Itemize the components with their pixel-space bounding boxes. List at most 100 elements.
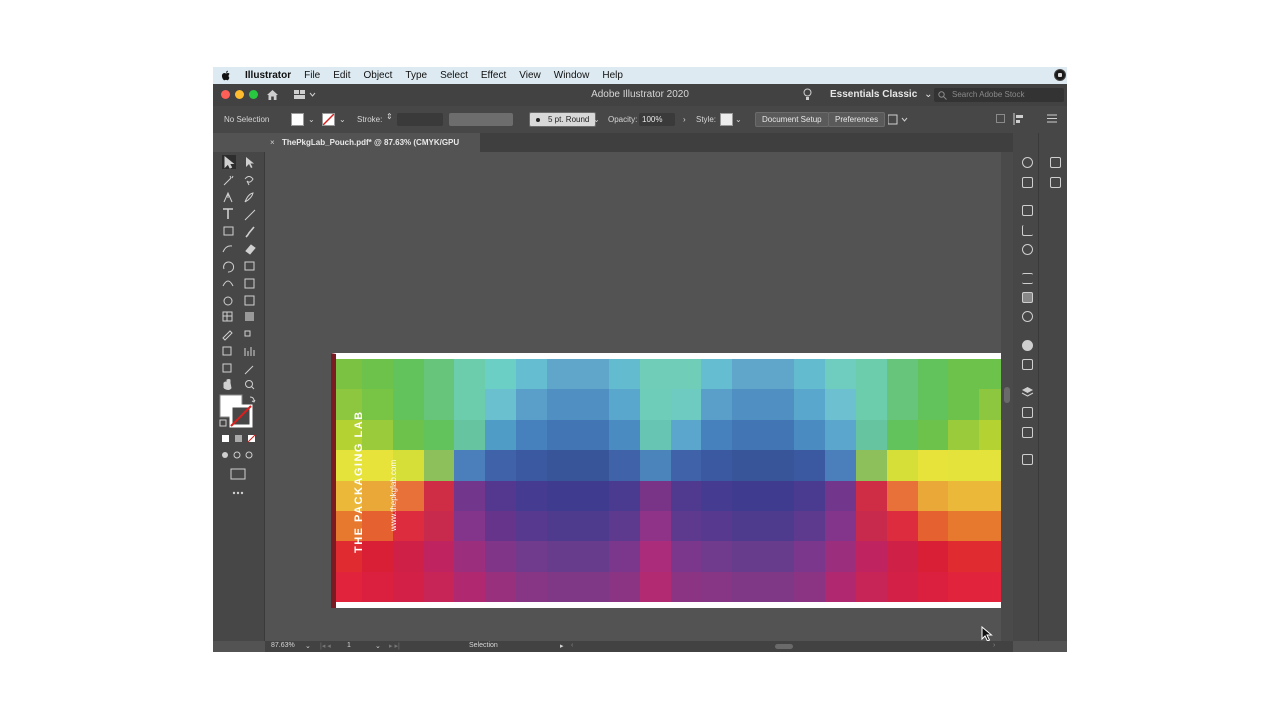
symbol-sprayer-icon[interactable]: [222, 346, 232, 356]
document-tab[interactable]: × ThePkgLab_Pouch.pdf* @ 87.63% (CMYK/GP…: [265, 133, 480, 166]
more-tools-icon[interactable]: [232, 491, 236, 495]
color-guide-icon[interactable]: [1022, 177, 1033, 188]
mesh-tool-icon[interactable]: [222, 311, 233, 322]
swatches-panel-icon[interactable]: [1022, 205, 1033, 216]
direct-selection-tool-icon[interactable]: [246, 157, 254, 168]
menu-help[interactable]: Help: [602, 70, 623, 81]
chevron-down-icon[interactable]: ⌄: [305, 642, 311, 650]
stroke-swatch[interactable]: [322, 113, 335, 126]
arrange-documents-icon[interactable]: [888, 114, 908, 125]
menu-edit[interactable]: Edit: [333, 70, 350, 81]
appearance-panel-icon[interactable]: [1022, 340, 1033, 351]
screen-mode-icon[interactable]: [230, 468, 246, 480]
align-panel-icon[interactable]: [1013, 113, 1029, 125]
menu-file[interactable]: File: [304, 70, 320, 81]
first-artboard-icon[interactable]: |◂ ◂: [320, 642, 331, 650]
menu-view[interactable]: View: [519, 70, 541, 81]
status-menu-icon[interactable]: ▸: [560, 642, 564, 650]
cc-libraries-icon[interactable]: [1050, 177, 1061, 188]
hand-tool-icon[interactable]: [223, 379, 232, 390]
pen-tool-icon[interactable]: [223, 191, 233, 203]
line-tool-icon[interactable]: [244, 209, 256, 221]
style-swatch[interactable]: [720, 113, 733, 126]
panel-menu-icon[interactable]: [1047, 114, 1057, 123]
menu-window[interactable]: Window: [554, 70, 590, 81]
draw-inside-icon[interactable]: [245, 451, 253, 459]
lightbulb-icon[interactable]: [803, 88, 812, 101]
stroke-panel-icon[interactable]: [1022, 273, 1033, 284]
chevron-down-icon[interactable]: ⌄: [375, 642, 381, 650]
chevron-down-icon[interactable]: ⌄: [593, 115, 600, 124]
gradient-mode-icon[interactable]: [235, 435, 242, 442]
graph-tool-icon[interactable]: [244, 347, 255, 356]
canvas[interactable]: THE PACKAGING LAB www.thepkglab.com: [265, 152, 1041, 642]
draw-behind-icon[interactable]: [233, 451, 241, 459]
menu-object[interactable]: Object: [363, 70, 392, 81]
fill-swatch[interactable]: [291, 113, 304, 126]
next-artboard-icon[interactable]: ▸ ▸|: [389, 642, 400, 650]
libraries-panel-icon[interactable]: [1022, 454, 1033, 465]
menu-extra-icon[interactable]: [1054, 69, 1066, 81]
zoom-tool-icon[interactable]: [245, 380, 253, 388]
chevron-down-icon[interactable]: ⌄: [339, 115, 346, 124]
document-setup-button[interactable]: Document Setup: [755, 112, 829, 127]
variable-width-profile[interactable]: [449, 113, 513, 126]
scroll-left-icon[interactable]: ‹: [571, 642, 573, 649]
vertical-scrollbar[interactable]: [1001, 152, 1013, 641]
shaper-tool-icon[interactable]: [222, 245, 233, 253]
menu-type[interactable]: Type: [405, 70, 427, 81]
scroll-right-icon[interactable]: ›: [993, 642, 995, 649]
draw-normal-icon[interactable]: [222, 452, 228, 458]
paintbrush-icon[interactable]: [245, 226, 255, 238]
symbols-panel-icon[interactable]: [1022, 244, 1033, 255]
stroke-weight-field[interactable]: [397, 113, 443, 126]
apple-icon[interactable]: [221, 70, 231, 81]
eraser-icon[interactable]: [245, 244, 256, 255]
chevron-right-icon[interactable]: ›: [683, 115, 686, 124]
gradient-tool-icon[interactable]: [245, 312, 254, 321]
layers-icon[interactable]: [1021, 386, 1034, 398]
properties-panel-icon[interactable]: [1050, 157, 1061, 168]
workspace-selector[interactable]: Essentials Classic ⌄: [830, 89, 932, 100]
magic-wand-icon[interactable]: [223, 175, 234, 186]
curvature-tool-icon[interactable]: [244, 192, 254, 203]
width-tool-icon[interactable]: [222, 280, 234, 287]
close-tab-icon[interactable]: ×: [270, 133, 275, 152]
horizontal-scroll-thumb[interactable]: [775, 644, 793, 649]
artboard[interactable]: THE PACKAGING LAB www.thepkglab.com: [331, 353, 1041, 608]
swap-colors-icon[interactable]: [249, 396, 256, 403]
zoom-level[interactable]: 87.63%: [271, 642, 295, 649]
perspective-grid-icon[interactable]: [244, 295, 255, 306]
stroke-stepper-icon[interactable]: ⇕: [386, 112, 393, 121]
opacity-field[interactable]: 100%: [639, 113, 675, 126]
free-transform-icon[interactable]: [244, 278, 255, 289]
vertical-scroll-thumb[interactable]: [1004, 387, 1010, 403]
rectangle-tool-icon[interactable]: [223, 226, 234, 236]
stock-search-input[interactable]: Search Adobe Stock: [934, 88, 1064, 102]
artboard-number[interactable]: 1: [347, 642, 351, 649]
artboard-tool-icon[interactable]: [222, 363, 232, 373]
scale-tool-icon[interactable]: [244, 261, 255, 271]
transform-panel-icon[interactable]: [996, 114, 1005, 123]
preferences-button[interactable]: Preferences: [828, 112, 886, 127]
lasso-icon[interactable]: [244, 176, 254, 186]
slice-tool-icon[interactable]: [244, 365, 254, 375]
default-colors-icon[interactable]: [219, 419, 227, 427]
type-tool-icon[interactable]: [223, 208, 233, 219]
menu-effect[interactable]: Effect: [481, 70, 506, 81]
blend-tool-icon[interactable]: [244, 330, 251, 337]
menu-select[interactable]: Select: [440, 70, 468, 81]
brushes-panel-icon[interactable]: [1022, 225, 1033, 236]
shape-builder-icon[interactable]: [223, 296, 233, 306]
chevron-down-icon[interactable]: ⌄: [735, 115, 742, 124]
chevron-down-icon[interactable]: ⌄: [308, 115, 315, 124]
transparency-panel-icon[interactable]: [1022, 311, 1033, 322]
graphic-styles-icon[interactable]: [1022, 359, 1033, 370]
rotate-tool-icon[interactable]: [223, 261, 235, 273]
artboards-panel-icon[interactable]: [1022, 427, 1033, 438]
gradient-panel-icon[interactable]: [1022, 292, 1033, 303]
menu-app-name[interactable]: Illustrator: [245, 70, 291, 81]
eyedropper-icon[interactable]: [222, 330, 233, 341]
export-panel-icon[interactable]: [1022, 407, 1033, 418]
color-panel-icon[interactable]: [1022, 157, 1033, 168]
